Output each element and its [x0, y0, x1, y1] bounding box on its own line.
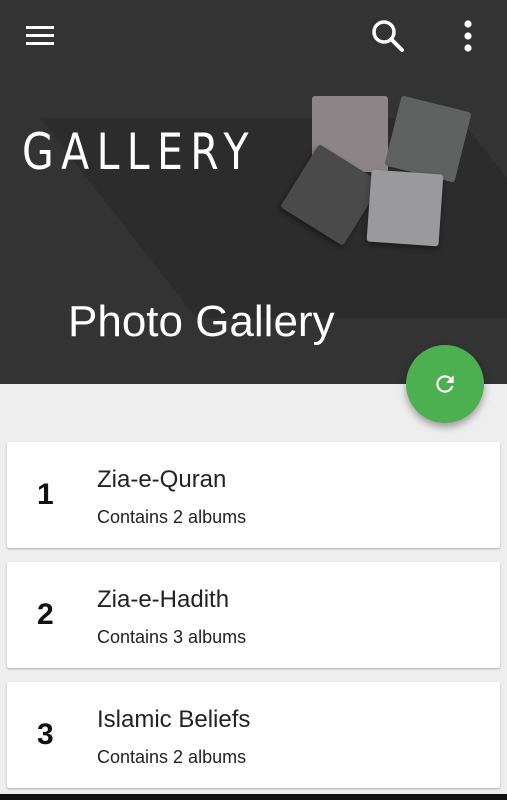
category-album-count: Contains 2 albums [97, 747, 247, 767]
category-card[interactable]: 2 Zia-e-Hadith Contains 3 albums [7, 562, 500, 668]
category-title: Zia-e-Quran [97, 466, 227, 493]
search-button[interactable] [366, 14, 410, 58]
app-header: GALLERY Photo Gallery [0, 0, 507, 384]
category-card[interactable]: 1 Zia-e-Quran Contains 2 albums [7, 442, 500, 548]
category-number: 2 [37, 598, 54, 631]
search-icon [372, 20, 404, 52]
category-album-count: Contains 3 albums [97, 627, 247, 647]
category-number: 3 [37, 718, 54, 751]
refresh-fab-button[interactable] [406, 345, 484, 423]
page-title: Photo Gallery [68, 297, 335, 346]
bottom-edge-bar [0, 794, 507, 800]
category-title: Islamic Beliefs [97, 706, 251, 733]
more-options-button[interactable] [446, 14, 490, 58]
category-card[interactable]: 3 Islamic Beliefs Contains 2 albums [7, 682, 500, 788]
menu-button[interactable] [18, 14, 62, 58]
category-title: Zia-e-Hadith [97, 586, 230, 613]
more-vert-icon [464, 20, 472, 52]
category-album-count: Contains 2 albums [97, 507, 247, 527]
menu-icon [26, 26, 54, 45]
category-number: 1 [37, 478, 54, 511]
logo-photo-tile [366, 169, 444, 247]
refresh-icon [436, 375, 454, 393]
gallery-logo-text: GALLERY [22, 123, 256, 181]
